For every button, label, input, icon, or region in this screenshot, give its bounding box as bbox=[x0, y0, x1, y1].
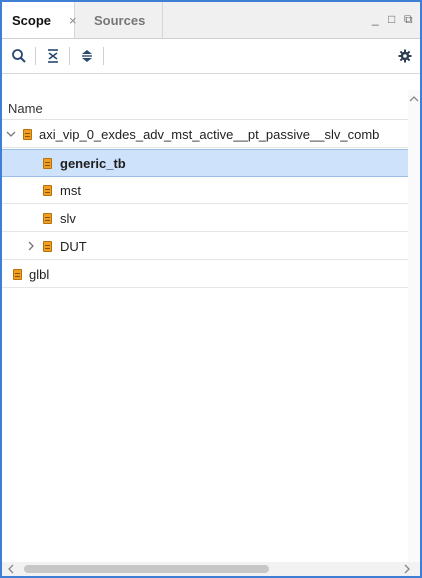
scope-panel: Scope × Sources _ □ ⧉ Name axi_vip_0_exd… bbox=[0, 0, 422, 578]
toolbar-divider bbox=[103, 47, 104, 65]
module-icon bbox=[43, 184, 52, 196]
tree-item-label: glbl bbox=[29, 266, 50, 282]
chevron-down-icon[interactable] bbox=[6, 127, 16, 141]
tree-row-glbl[interactable]: glbl bbox=[2, 261, 408, 288]
expand-all-icon[interactable] bbox=[76, 45, 98, 67]
header-divider bbox=[2, 119, 408, 120]
scroll-up-icon[interactable] bbox=[408, 94, 420, 104]
tree-row-dut[interactable]: DUT bbox=[2, 233, 408, 260]
vertical-scrollbar[interactable] bbox=[408, 90, 420, 562]
tab-sources[interactable]: Sources bbox=[84, 2, 163, 38]
toolbar-divider bbox=[69, 47, 70, 65]
scroll-right-icon[interactable] bbox=[402, 562, 412, 576]
module-icon bbox=[13, 268, 22, 280]
tab-bar: Scope × Sources _ □ ⧉ bbox=[2, 2, 420, 39]
horizontal-scrollbar[interactable] bbox=[2, 562, 420, 576]
scroll-left-icon[interactable] bbox=[6, 562, 16, 576]
toolbar bbox=[2, 39, 420, 74]
close-icon[interactable]: × bbox=[69, 13, 77, 28]
tree-row-axi-vip-top[interactable]: axi_vip_0_exdes_adv_mst_active__pt_passi… bbox=[2, 121, 408, 148]
tree-row-generic-tb[interactable]: generic_tb bbox=[2, 149, 408, 177]
module-icon bbox=[43, 212, 52, 224]
toolbar-divider bbox=[35, 47, 36, 65]
column-header-label: Name bbox=[8, 100, 43, 116]
search-icon[interactable] bbox=[8, 45, 30, 67]
module-icon bbox=[43, 157, 52, 169]
tree-row-mst[interactable]: mst bbox=[2, 177, 408, 204]
tab-scope[interactable]: Scope × bbox=[2, 2, 77, 38]
minimize-icon[interactable]: _ bbox=[372, 12, 379, 26]
tab-sources-label: Sources bbox=[94, 12, 146, 28]
tree-item-label: slv bbox=[60, 210, 76, 226]
chevron-right-icon[interactable] bbox=[26, 239, 36, 253]
module-icon bbox=[23, 128, 32, 140]
tree-item-label: axi_vip_0_exdes_adv_mst_active__pt_passi… bbox=[39, 126, 380, 142]
tree-item-label: mst bbox=[60, 182, 81, 198]
float-icon[interactable]: ⧉ bbox=[404, 12, 413, 27]
module-icon bbox=[43, 240, 52, 252]
tab-scope-label: Scope bbox=[12, 12, 52, 28]
tree-item-label: generic_tb bbox=[60, 155, 126, 171]
maximize-icon[interactable]: □ bbox=[388, 12, 395, 26]
tree-item-label: DUT bbox=[60, 238, 87, 254]
gear-icon[interactable] bbox=[394, 45, 416, 67]
collapse-all-icon[interactable] bbox=[42, 45, 64, 67]
tree-row-slv[interactable]: slv bbox=[2, 205, 408, 232]
horizontal-scroll-thumb[interactable] bbox=[24, 565, 269, 573]
column-header-name[interactable]: Name bbox=[2, 97, 408, 119]
